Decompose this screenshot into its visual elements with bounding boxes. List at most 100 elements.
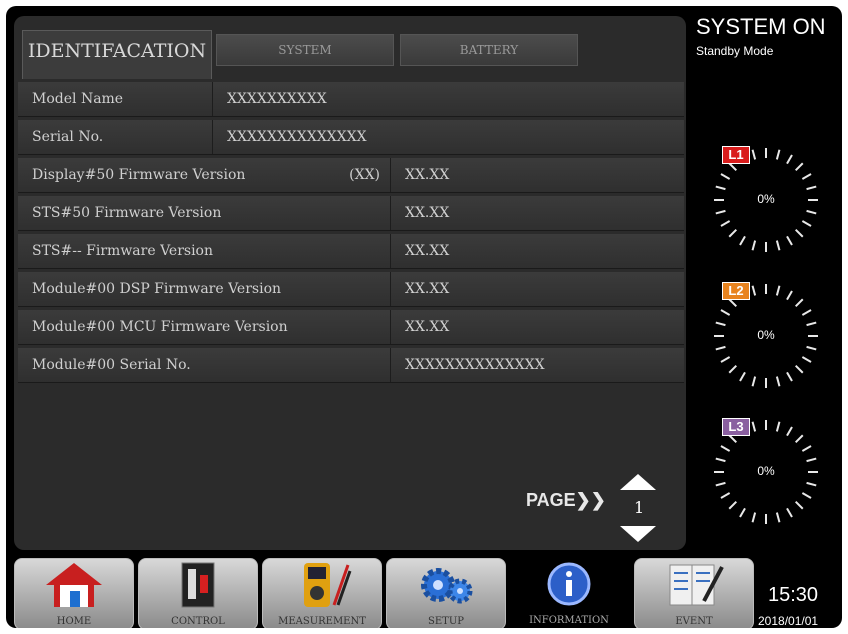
nav-home-button[interactable]: HOME: [14, 558, 134, 628]
gauge-tick: [728, 228, 738, 238]
gauge-tick: [806, 481, 817, 487]
row-label: STS#-- Firmware Version: [32, 243, 213, 259]
nav-measurement-button[interactable]: MEASUREMENT: [262, 558, 382, 628]
gauge-tick: [786, 426, 793, 437]
gauge-tick: [728, 298, 738, 308]
home-icon: [46, 563, 102, 607]
nav-setup-button[interactable]: SETUP: [386, 558, 506, 628]
gauge-tick: [715, 345, 726, 351]
page-label: PAGE❯❯: [526, 490, 606, 510]
gauge-tick: [775, 421, 781, 432]
row-value: XX.XX: [390, 158, 684, 192]
row-label: Module#00 MCU Firmware Version: [32, 319, 288, 335]
row-tag: (XX): [349, 167, 380, 183]
nav-label: SETUP: [428, 616, 464, 627]
row-label: Model Name: [32, 91, 124, 107]
gauge-tick: [751, 421, 757, 432]
gauge-l1: L1 0%: [712, 146, 820, 254]
row-label: Module#00 DSP Firmware Version: [32, 281, 282, 297]
gauge-tick: [794, 364, 804, 374]
control-icon: [181, 562, 215, 608]
table-row: STS#50 Firmware Version XX.XX: [18, 196, 684, 231]
gauge-label: L1: [722, 146, 750, 164]
event-log-icon: [669, 564, 724, 606]
gauge-label: L2: [722, 282, 750, 300]
gauge-l2: L2 0%: [712, 282, 820, 390]
gauge-value: 0%: [757, 192, 775, 206]
nav-control-button[interactable]: CONTROL: [138, 558, 258, 628]
nav-label: MEASUREMENT: [278, 616, 366, 627]
gauge-tick: [806, 321, 817, 327]
page-down-button[interactable]: [620, 526, 656, 542]
gauge-tick: [775, 240, 781, 251]
info-icon: [547, 562, 591, 606]
gauge-tick: [786, 507, 793, 518]
gauge-tick: [801, 445, 812, 452]
row-value: XXXXXXXXXX: [212, 82, 684, 116]
gauge-tick: [751, 285, 757, 296]
gears-icon: [421, 568, 473, 604]
gauge-tick: [720, 356, 731, 363]
row-value: XXXXXXXXXXXXXX: [390, 348, 684, 382]
gauge-tick: [801, 220, 812, 227]
gauge-tick: [720, 173, 731, 180]
gauge-tick: [715, 481, 726, 487]
nav-label: INFORMATION: [529, 615, 609, 626]
bottom-nav: HOME CONTROL MEASUREMENT SETUP INFORMATI…: [14, 554, 754, 628]
gauge-tick: [801, 173, 812, 180]
gauge-tick: [806, 185, 817, 191]
clock-time: 15:30: [768, 584, 819, 606]
gauge-tick: [801, 356, 812, 363]
gauge-tick: [751, 376, 757, 387]
gauge-tick: [794, 162, 804, 172]
table-row: Serial No. XXXXXXXXXXXXXX: [18, 120, 684, 155]
gauge-tick: [720, 445, 731, 452]
gauge-tick: [751, 149, 757, 160]
table-row: STS#-- Firmware Version XX.XX: [18, 234, 684, 269]
tab-battery[interactable]: BATTERY: [400, 34, 578, 66]
nav-information-button[interactable]: INFORMATION: [510, 558, 628, 628]
table-row: Module#00 DSP Firmware Version XX.XX: [18, 272, 684, 307]
nav-event-button[interactable]: EVENT: [634, 558, 754, 628]
row-label: STS#50 Firmware Version: [32, 205, 222, 221]
gauge-tick: [786, 290, 793, 301]
gauge-tick: [775, 376, 781, 387]
row-value: XX.XX: [390, 234, 684, 268]
gauge-tick: [801, 492, 812, 499]
tab-system[interactable]: SYSTEM: [216, 34, 394, 66]
gauge-tick: [806, 209, 817, 215]
gauge-tick: [720, 220, 731, 227]
row-value: XX.XX: [390, 272, 684, 306]
gauge-tick: [715, 185, 726, 191]
nav-label: EVENT: [675, 616, 713, 627]
gauge-tick: [739, 235, 746, 246]
gauge-tick: [720, 492, 731, 499]
nav-label: CONTROL: [171, 616, 225, 627]
row-value: XXXXXXXXXXXXXX: [212, 120, 684, 154]
page-number: 1: [634, 498, 645, 517]
gauge-tick: [715, 209, 726, 215]
table-row: Display#50 Firmware Version (XX) XX.XX: [18, 158, 684, 193]
gauge-label: L3: [722, 418, 750, 436]
system-mode: Standby Mode: [696, 44, 774, 58]
gauge-tick: [806, 457, 817, 463]
gauge-tick: [794, 434, 804, 444]
table-row: Module#00 Serial No. XXXXXXXXXXXXXX: [18, 348, 684, 383]
multimeter-icon: [304, 563, 352, 607]
gauge-tick: [801, 309, 812, 316]
gauge-tick: [751, 512, 757, 523]
table-row: Model Name XXXXXXXXXX: [18, 82, 684, 117]
row-label: Serial No.: [32, 129, 104, 145]
gauge-tick: [786, 154, 793, 165]
gauge-tick: [794, 500, 804, 510]
gauge-tick: [775, 285, 781, 296]
gauge-tick: [715, 321, 726, 327]
gauge-tick: [794, 228, 804, 238]
gauge-tick: [728, 162, 738, 172]
gauge-tick: [728, 500, 738, 510]
gauge-tick: [728, 434, 738, 444]
gauge-tick: [794, 298, 804, 308]
page-up-button[interactable]: [620, 474, 656, 490]
gauge-l3: L3 0%: [712, 418, 820, 526]
tab-identification[interactable]: IDENTIFACATION: [22, 30, 212, 79]
